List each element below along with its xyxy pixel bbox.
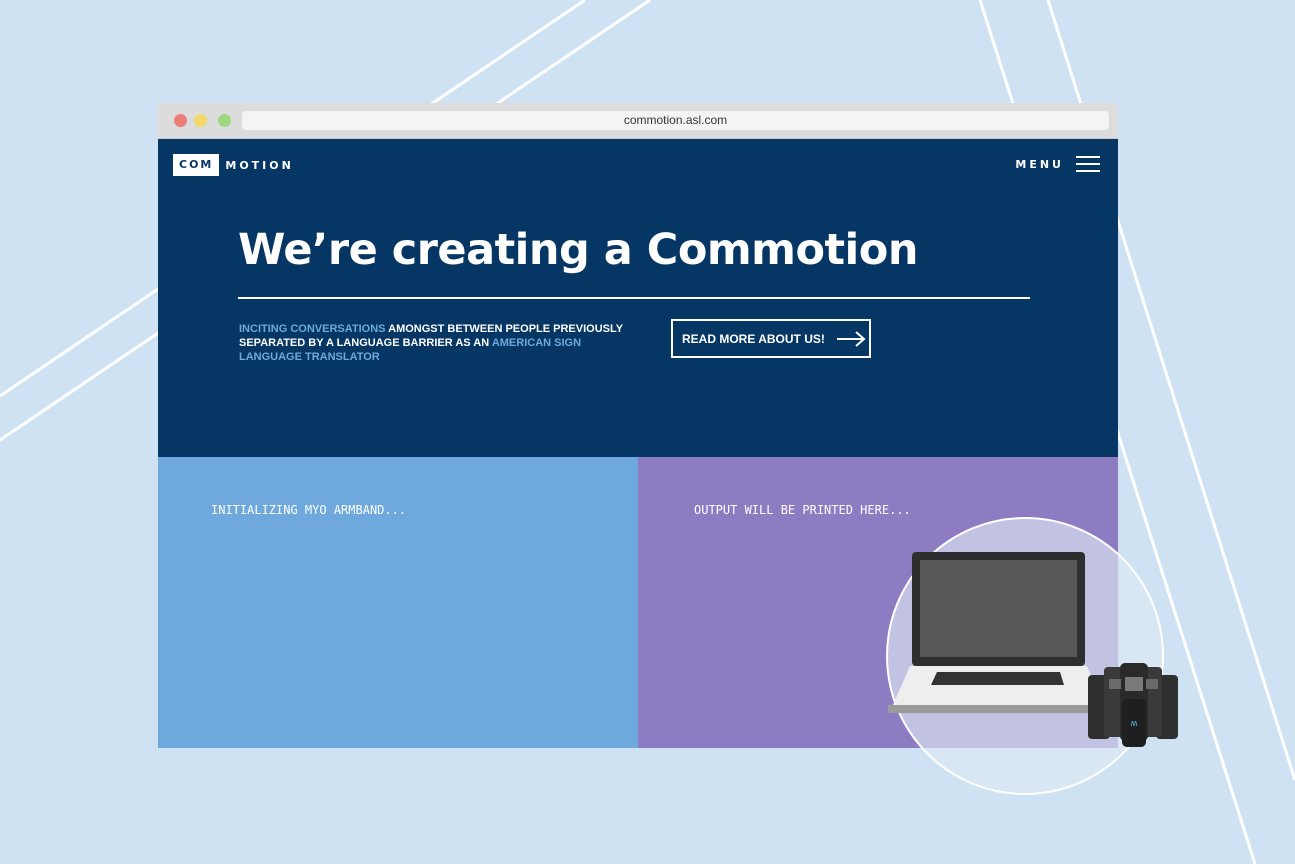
output-status-text: OUTPUT WILL BE PRINTED HERE... bbox=[694, 503, 911, 517]
read-more-label: READ MORE ABOUT US! bbox=[682, 331, 825, 346]
tagline-highlight-conversations: INCITING CONVERSATIONS bbox=[239, 323, 386, 335]
read-more-button[interactable]: READ MORE ABOUT US! bbox=[671, 319, 871, 358]
svg-text:ʍ: ʍ bbox=[1130, 719, 1137, 729]
page-title: We’re creating a Commotion bbox=[238, 225, 918, 275]
hero-section: COM MOTION MENU We’re creating a Commoti… bbox=[158, 139, 1118, 457]
input-panel: INITIALIZING MYO ARMBAND... bbox=[158, 457, 638, 748]
tagline: INCITING CONVERSATIONS AMONGST BETWEEN P… bbox=[239, 322, 629, 364]
hamburger-icon bbox=[1076, 156, 1100, 172]
browser-titlebar: commotion.asl.com bbox=[158, 103, 1118, 139]
menu-button[interactable]: MENU bbox=[1015, 156, 1100, 172]
logo-text: MOTION bbox=[225, 158, 294, 172]
input-status-text: INITIALIZING MYO ARMBAND... bbox=[211, 503, 407, 517]
headline-divider bbox=[238, 297, 1030, 299]
menu-label: MENU bbox=[1015, 157, 1064, 171]
logo-boxed-text: COM bbox=[173, 154, 220, 176]
laptop-armband-illustration: ʍ bbox=[886, 517, 1178, 795]
window-maximize-dot[interactable] bbox=[218, 114, 231, 127]
myo-armband-icon: ʍ bbox=[1088, 663, 1178, 747]
window-close-dot[interactable] bbox=[174, 114, 187, 127]
window-minimize-dot[interactable] bbox=[194, 114, 207, 127]
address-bar[interactable]: commotion.asl.com bbox=[242, 111, 1109, 130]
arrow-right-icon bbox=[836, 330, 867, 347]
site-logo[interactable]: COM MOTION bbox=[173, 154, 294, 176]
